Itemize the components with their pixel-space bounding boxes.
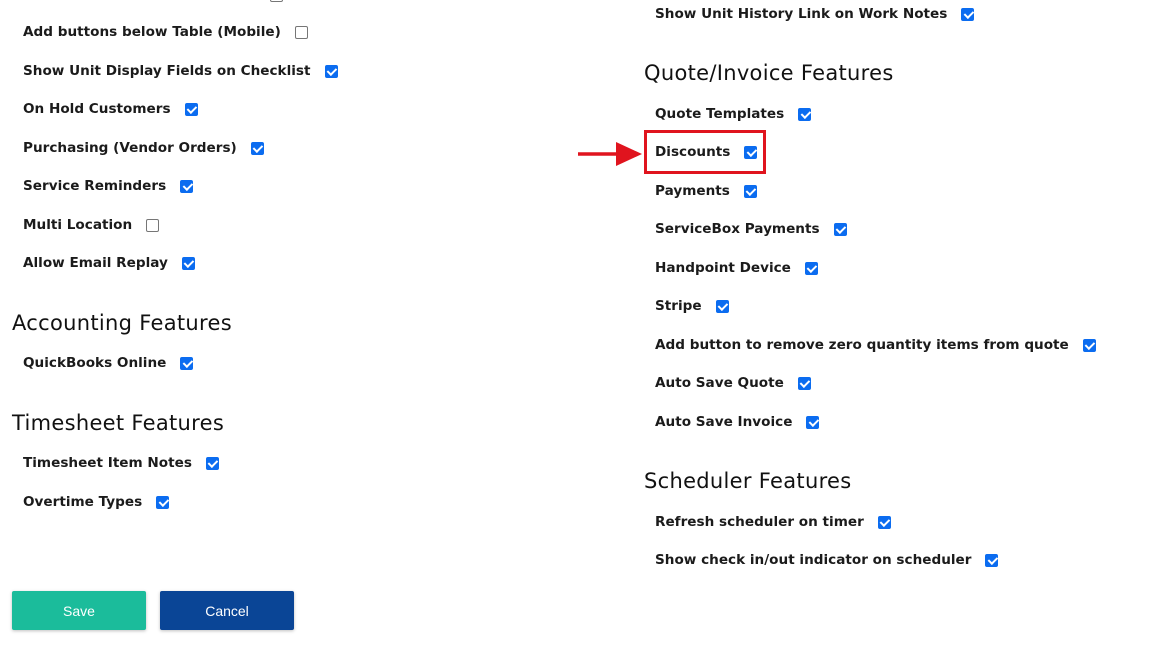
setting-row[interactable]: Timesheet Item Notes (23, 451, 219, 475)
setting-row[interactable]: Stripe (655, 294, 729, 318)
setting-label: Overtime Types (23, 494, 143, 510)
setting-row[interactable]: Overtime Types (23, 490, 170, 514)
setting-checkbox[interactable] (1082, 338, 1096, 352)
setting-label: Payments (655, 183, 730, 199)
setting-checkbox[interactable] (715, 299, 729, 313)
setting-label: Show check in/out indicator on scheduler (655, 552, 972, 568)
setting-label: Auto Save Invoice (655, 414, 793, 430)
setting-row[interactable]: Refresh scheduler on timer (655, 510, 891, 534)
section-title-timesheet: Timesheet Features (12, 411, 225, 435)
partial-checkbox[interactable] (270, 0, 283, 2)
setting-row[interactable]: Add buttons below Table (Mobile) (23, 20, 308, 44)
cancel-button[interactable]: Cancel (160, 591, 294, 630)
setting-label: Add button to remove zero quantity items… (655, 337, 1069, 353)
setting-label: Add buttons below Table (Mobile) (23, 24, 281, 40)
setting-checkbox[interactable] (743, 184, 757, 198)
setting-checkbox[interactable] (804, 261, 818, 275)
setting-label: QuickBooks Online (23, 355, 167, 371)
setting-label: Show Unit Display Fields on Checklist (23, 63, 311, 79)
setting-row[interactable]: Show check in/out indicator on scheduler (655, 548, 999, 572)
setting-label: Auto Save Quote (655, 375, 784, 391)
red-arrow-icon (578, 142, 642, 166)
setting-checkbox[interactable] (294, 25, 308, 39)
setting-checkbox[interactable] (961, 7, 975, 21)
setting-checkbox[interactable] (156, 495, 170, 509)
setting-checkbox[interactable] (180, 179, 194, 193)
setting-row[interactable]: QuickBooks Online (23, 351, 194, 375)
setting-label: On Hold Customers (23, 101, 171, 117)
setting-label: Service Reminders (23, 178, 167, 194)
setting-row[interactable]: Quote Templates (655, 102, 812, 126)
setting-row[interactable]: Service Reminders (23, 174, 194, 198)
setting-row[interactable]: Handpoint Device (655, 256, 818, 280)
setting-checkbox[interactable] (205, 456, 219, 470)
setting-label: Purchasing (Vendor Orders) (23, 140, 237, 156)
setting-checkbox[interactable] (324, 64, 338, 78)
setting-checkbox[interactable] (985, 553, 999, 567)
setting-label: Multi Location (23, 217, 133, 233)
section-title-scheduler: Scheduler Features (644, 469, 852, 493)
setting-checkbox[interactable] (250, 141, 264, 155)
setting-row[interactable]: ServiceBox Payments (655, 217, 847, 241)
setting-row[interactable]: Auto Save Invoice (655, 410, 820, 434)
setting-row[interactable]: Auto Save Quote (655, 371, 811, 395)
setting-checkbox[interactable] (798, 107, 812, 121)
setting-checkbox[interactable] (184, 102, 198, 116)
setting-row[interactable]: Allow Email Replay (23, 251, 195, 275)
setting-row[interactable]: Add button to remove zero quantity items… (655, 333, 1096, 357)
setting-label: Stripe (655, 298, 702, 314)
setting-label: Allow Email Replay (23, 255, 168, 271)
setting-row[interactable]: Purchasing (Vendor Orders) (23, 136, 264, 160)
setting-checkbox[interactable] (146, 218, 160, 232)
setting-row[interactable]: Multi Location (23, 213, 160, 237)
section-title-quote-invoice: Quote/Invoice Features (644, 61, 894, 85)
setting-checkbox[interactable] (877, 515, 891, 529)
setting-checkbox[interactable] (806, 415, 820, 429)
setting-row[interactable]: Payments (655, 179, 757, 203)
setting-checkbox[interactable] (180, 356, 194, 370)
setting-row[interactable]: Show Unit Display Fields on Checklist (23, 59, 338, 83)
setting-row[interactable]: On Hold Customers (23, 97, 198, 121)
setting-checkbox[interactable] (181, 256, 195, 270)
setting-label: Refresh scheduler on timer (655, 514, 864, 530)
setting-label: Quote Templates (655, 106, 785, 122)
setting-label: Show Unit History Link on Work Notes (655, 6, 948, 22)
setting-label: Timesheet Item Notes (23, 455, 192, 471)
section-title-accounting: Accounting Features (12, 311, 232, 335)
setting-label: ServiceBox Payments (655, 221, 820, 237)
setting-checkbox[interactable] (797, 376, 811, 390)
setting-checkbox[interactable] (833, 222, 847, 236)
setting-label: Handpoint Device (655, 260, 791, 276)
highlight-box (644, 130, 766, 174)
save-button[interactable]: Save (12, 591, 146, 630)
setting-row[interactable]: Show Unit History Link on Work Notes (655, 2, 975, 26)
